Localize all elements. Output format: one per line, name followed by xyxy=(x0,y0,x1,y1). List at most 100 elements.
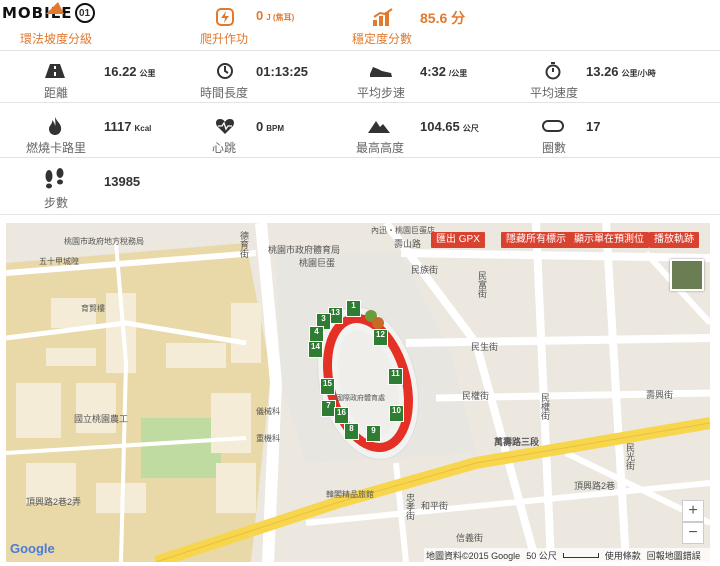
km-marker[interactable]: 10 xyxy=(389,405,404,422)
map-street: 壽興街 xyxy=(646,390,674,400)
stat-steps: 步數 13985 xyxy=(0,158,180,214)
stat-duration-value: 01:13:25 xyxy=(256,64,309,79)
km-marker[interactable]: 12 xyxy=(373,329,388,346)
speed-number: 13.26 xyxy=(586,64,619,79)
clock-icon xyxy=(212,60,238,82)
km-marker-number: 1 xyxy=(351,301,356,310)
calories-number: 1117 xyxy=(104,119,132,134)
pace-unit: /公里 xyxy=(449,69,468,78)
stat-laps-label: 圈數 xyxy=(542,141,567,155)
map-street: 民權街 xyxy=(462,391,490,401)
heart-icon xyxy=(212,115,238,137)
stat-climb-work-label: 爬升作功 xyxy=(200,32,249,46)
google-logo[interactable]: Google xyxy=(10,541,55,556)
stat-distance-value: 16.22 公里 xyxy=(104,64,156,79)
map-street: 忠孝街 xyxy=(405,493,415,520)
flame-icon xyxy=(42,115,68,137)
stat-climb-work-value: 0J (焦耳) xyxy=(256,8,294,23)
stat-heartrate: 心跳 0 BPM xyxy=(180,103,360,157)
bar-chart-icon xyxy=(370,6,396,28)
satellite-toggle[interactable] xyxy=(670,259,704,291)
play-track-button[interactable]: 播放軌跡 xyxy=(649,232,699,248)
km-marker[interactable]: 11 xyxy=(388,368,403,385)
stat-distance: 距離 16.22 公里 xyxy=(0,50,180,102)
map-street: 頂興路2巷 xyxy=(574,481,616,491)
distance-number: 16.22 xyxy=(104,64,137,79)
stat-laps-value: 17 xyxy=(586,119,601,134)
km-marker-number: 13 xyxy=(331,308,340,317)
km-marker[interactable]: 1 xyxy=(346,300,361,317)
map-street: 民富街 xyxy=(477,271,487,298)
map-place: 五十甲城隍 xyxy=(39,257,79,266)
zoom-out-button[interactable]: − xyxy=(682,522,704,544)
footsteps-icon xyxy=(42,168,68,190)
map-place: 儀械科 xyxy=(256,407,280,416)
stat-max-altitude-label: 最高高度 xyxy=(356,141,405,155)
stat-max-altitude: 最高高度 104.65 公尺 xyxy=(356,103,540,157)
zoom-in-button[interactable]: + xyxy=(682,500,704,522)
map-street: 民族街 xyxy=(411,265,439,275)
km-marker[interactable]: 8 xyxy=(344,423,359,440)
power-bolt-icon xyxy=(212,6,238,28)
map-street: 民生街 xyxy=(471,342,499,352)
calories-unit: Kcal xyxy=(134,124,152,133)
stat-distance-label: 距離 xyxy=(44,86,69,100)
map-street: 信義街 xyxy=(456,533,484,543)
lap-icon xyxy=(540,115,566,137)
map-place: 國際政府體育處 xyxy=(336,395,385,402)
stat-heartrate-value: 0 BPM xyxy=(256,119,284,134)
map-street: 德育街 xyxy=(239,231,249,258)
map-place: 重機科 xyxy=(256,434,280,443)
export-gpx-button[interactable]: 匯出 GPX xyxy=(431,232,485,248)
heartrate-unit: BPM xyxy=(266,124,285,133)
map-street: 壽山路 xyxy=(394,239,422,249)
stopwatch-icon xyxy=(540,60,566,82)
shoe-icon xyxy=(368,60,394,82)
map-place: 桃園巨蛋 xyxy=(299,258,336,268)
terms-link[interactable]: 使用條款 xyxy=(605,549,641,562)
climb-work-unit: J (焦耳) xyxy=(266,13,295,22)
stat-steps-value: 13985 xyxy=(104,174,141,189)
km-marker-number: 14 xyxy=(311,342,320,351)
km-marker[interactable]: 15 xyxy=(320,378,335,395)
stat-max-altitude-value: 104.65 公尺 xyxy=(420,119,479,134)
map-place: 桃園市政府地方稅務局 xyxy=(64,237,144,246)
altitude-number: 104.65 xyxy=(420,119,460,134)
stat-duration: 時間長度 01:13:25 xyxy=(180,50,360,102)
stat-grade-label: 環法坡度分級 xyxy=(20,32,93,46)
stat-stability-label: 穩定度分數 xyxy=(352,32,413,46)
stat-calories-value: 1117 Kcal xyxy=(104,119,151,134)
map-place: 國立桃園農工 xyxy=(74,414,129,424)
km-marker[interactable]: 9 xyxy=(366,425,381,442)
km-marker[interactable]: 16 xyxy=(334,407,349,424)
km-marker-number: 11 xyxy=(391,369,400,378)
km-marker-number: 3 xyxy=(321,314,326,323)
speed-unit: 公里/小時 xyxy=(621,69,656,78)
map-street: 民光街 xyxy=(625,443,635,470)
stat-avg-pace: 平均步速 4:32/公里 xyxy=(357,50,540,102)
stat-stability-value: 85.6 分 xyxy=(420,10,466,26)
map-place: 育賢樓 xyxy=(81,304,105,313)
hide-markers-button[interactable]: 隱藏所有標示 xyxy=(501,232,571,248)
pace-number: 4:32 xyxy=(420,64,447,79)
km-marker-number: 9 xyxy=(371,426,376,435)
stat-calories-label: 燃燒卡路里 xyxy=(26,141,87,155)
map-street: 頂興路2巷2弄 xyxy=(26,497,82,507)
road-icon xyxy=(42,60,68,82)
map-street: 和平街 xyxy=(421,501,449,511)
mountain-icon xyxy=(366,115,392,137)
map-attribution: 地圖資料©2015 Google xyxy=(426,550,521,561)
km-marker-number: 4 xyxy=(314,327,319,336)
map-scale: 50 公尺 xyxy=(526,550,557,561)
map-street: 萬壽路三段 xyxy=(494,437,540,447)
map-place: 韓閣精品旅館 xyxy=(326,490,374,499)
km-marker-number: 15 xyxy=(323,379,332,388)
km-marker-number: 8 xyxy=(349,424,354,433)
km-marker-number: 12 xyxy=(376,330,385,339)
km-marker[interactable]: 14 xyxy=(308,341,323,358)
km-marker-number: 7 xyxy=(326,401,331,410)
report-error-link[interactable]: 回報地圖錯誤 xyxy=(647,549,701,562)
show-position-button[interactable]: 顯示單在預測位 xyxy=(569,232,649,248)
route-map[interactable]: 1 13 3 4 14 12 11 15 7 16 10 8 9 桃園市政府體育局 桃園巨蛋 國立桃園農… xyxy=(6,223,710,562)
stat-climb-work: 0J (焦耳) 爬升作功 xyxy=(180,0,360,50)
